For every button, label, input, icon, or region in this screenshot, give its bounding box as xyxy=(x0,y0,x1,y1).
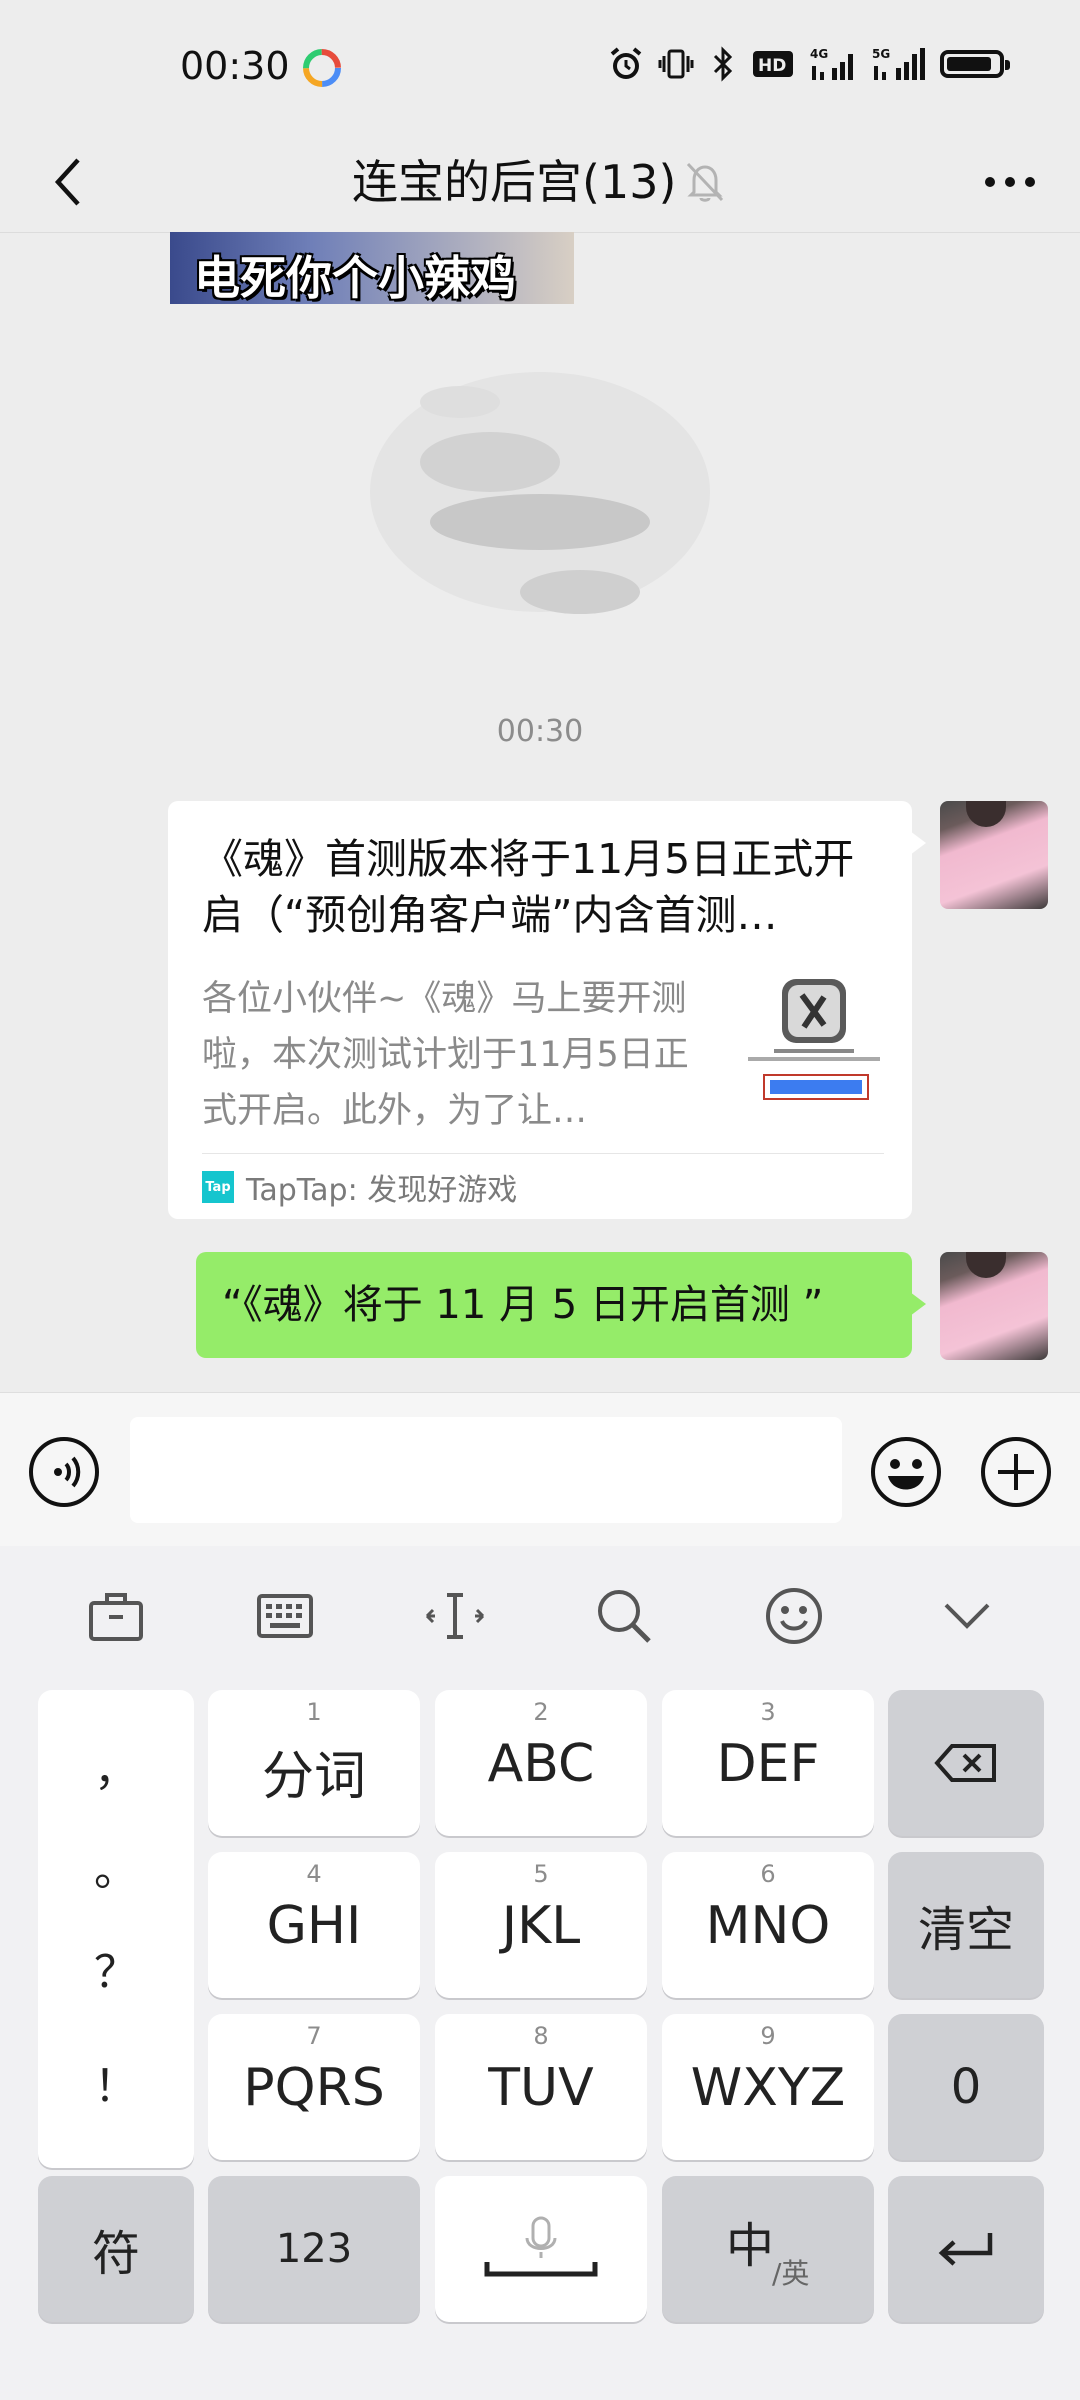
link-card-description: 各位小伙伴~《魂》马上要开测啦，本次测试计划于11月5日正式开启。此外，为了让… xyxy=(202,979,689,1131)
backspace-icon xyxy=(888,1690,1044,1836)
chat-header: 连宝的后宫(13) xyxy=(0,134,1080,233)
more-options-button[interactable] xyxy=(970,144,1050,220)
link-card-source-label: TapTap: 发现好游戏 xyxy=(246,1173,518,1208)
battery-icon xyxy=(940,50,1010,78)
ime-keyboard: ， 。 ？ ！ 1 分词 2 ABC 3 DEF 4 GHI 5 JKL 6 M… xyxy=(0,1546,1080,2400)
hd-voice-icon: HD xyxy=(752,48,796,80)
svg-text:5G: 5G xyxy=(872,47,890,61)
link-card-title: 《魂》首测版本将于11月5日正式开启（“预创角客户端”内含首测… xyxy=(202,835,855,939)
smiley-icon xyxy=(871,1437,941,1507)
message-input[interactable] xyxy=(130,1417,842,1523)
bluetooth-icon xyxy=(708,46,738,82)
briefcase-icon[interactable] xyxy=(84,1584,148,1648)
keyboard-icon[interactable] xyxy=(253,1584,317,1648)
key-3[interactable]: 3 DEF xyxy=(662,1690,874,1836)
status-time: 00:30 xyxy=(180,44,290,88)
emoji-button[interactable] xyxy=(870,1436,942,1508)
key-6[interactable]: 6 MNO xyxy=(662,1852,874,1998)
svg-text:HD: HD xyxy=(758,56,786,76)
alarm-icon xyxy=(608,46,644,82)
space-voice-key[interactable] xyxy=(435,2176,647,2322)
link-card-message[interactable]: 《魂》首测版本将于11月5日正式开启（“预创角客户端”内含首测… 各位小伙伴~《… xyxy=(168,801,926,1219)
key-9[interactable]: 9 WXYZ xyxy=(662,2014,874,2160)
key-4[interactable]: 4 GHI xyxy=(208,1852,420,1998)
sticker-image[interactable]: 电死你个小辣鸡 xyxy=(170,232,574,304)
my-avatar[interactable] xyxy=(940,1252,1048,1360)
microphone-icon xyxy=(435,2176,647,2322)
collapse-keyboard-icon[interactable] xyxy=(935,1584,999,1648)
chevron-left-icon xyxy=(54,158,80,206)
symbol-key[interactable]: 符 xyxy=(38,2176,194,2322)
key-7[interactable]: 7 PQRS xyxy=(208,2014,420,2160)
key-8[interactable]: 8 TUV xyxy=(435,2014,647,2160)
key-2[interactable]: 2 ABC xyxy=(435,1690,647,1836)
sent-text-message[interactable]: “《魂》将于 11 月 5 日开启首测 ” xyxy=(196,1252,926,1358)
key-1[interactable]: 1 分词 xyxy=(208,1690,420,1836)
more-functions-button[interactable] xyxy=(980,1436,1052,1508)
chat-title: 连宝的后宫(13) xyxy=(352,155,677,209)
keyboard-toolbar xyxy=(0,1546,1080,1684)
app-notification-icon xyxy=(302,48,342,88)
vibrate-icon xyxy=(658,46,694,82)
message-input-bar xyxy=(0,1392,1080,1547)
taptap-logo: Tap xyxy=(202,1171,234,1203)
enter-icon xyxy=(888,2176,1044,2322)
signal-4g-icon: 4G xyxy=(810,46,858,82)
punctuation-list[interactable]: ， 。 ？ ！ xyxy=(38,1690,194,2168)
my-avatar[interactable] xyxy=(940,801,1048,909)
punct-comma[interactable]: ， xyxy=(38,1734,194,1798)
status-icons: HD 4G 5G xyxy=(608,46,1010,82)
signal-5g-icon: 5G xyxy=(872,46,926,82)
clear-key[interactable]: 清空 xyxy=(888,1852,1044,1998)
message-timestamp: 00:30 xyxy=(496,714,584,749)
punct-question[interactable]: ？ xyxy=(38,1936,194,2000)
back-button[interactable] xyxy=(30,144,106,220)
emoji-icon[interactable] xyxy=(762,1584,826,1648)
plus-icon xyxy=(981,1437,1051,1507)
punct-exclaim[interactable]: ！ xyxy=(38,2050,194,2114)
svg-text:4G: 4G xyxy=(810,47,828,61)
backspace-key[interactable] xyxy=(888,1690,1044,1836)
voice-icon xyxy=(29,1437,99,1507)
language-switch-key[interactable]: 中 /英 xyxy=(662,2176,874,2322)
chat-messages[interactable]: 电死你个小辣鸡 00:30 《魂》首测版本将于11月5日正式开启（“预创角客户端… xyxy=(0,232,1080,1392)
mute-bell-icon xyxy=(684,160,726,204)
link-card-source: Tap TapTap: 发现好游戏 xyxy=(202,1165,517,1209)
voice-input-button[interactable] xyxy=(28,1436,100,1508)
link-card-divider xyxy=(202,1153,884,1154)
blurred-sticker[interactable] xyxy=(340,342,740,642)
status-bar: 00:30 HD 4G 5G xyxy=(0,0,1080,134)
enter-key[interactable] xyxy=(888,2176,1044,2322)
punct-period[interactable]: 。 xyxy=(38,1834,194,1898)
sticker-caption: 电死你个小辣鸡 xyxy=(194,251,516,304)
key-5[interactable]: 5 JKL xyxy=(435,1852,647,1998)
numeric-key[interactable]: 123 xyxy=(208,2176,420,2322)
sent-text-message-content: “《魂》将于 11 月 5 日开启首测 ” xyxy=(222,1282,824,1328)
key-0[interactable]: 0 xyxy=(888,2014,1044,2160)
cursor-icon[interactable] xyxy=(423,1584,487,1648)
link-card-thumbnail xyxy=(744,975,884,1113)
search-icon[interactable] xyxy=(592,1584,656,1648)
more-dots-icon xyxy=(985,177,1035,187)
